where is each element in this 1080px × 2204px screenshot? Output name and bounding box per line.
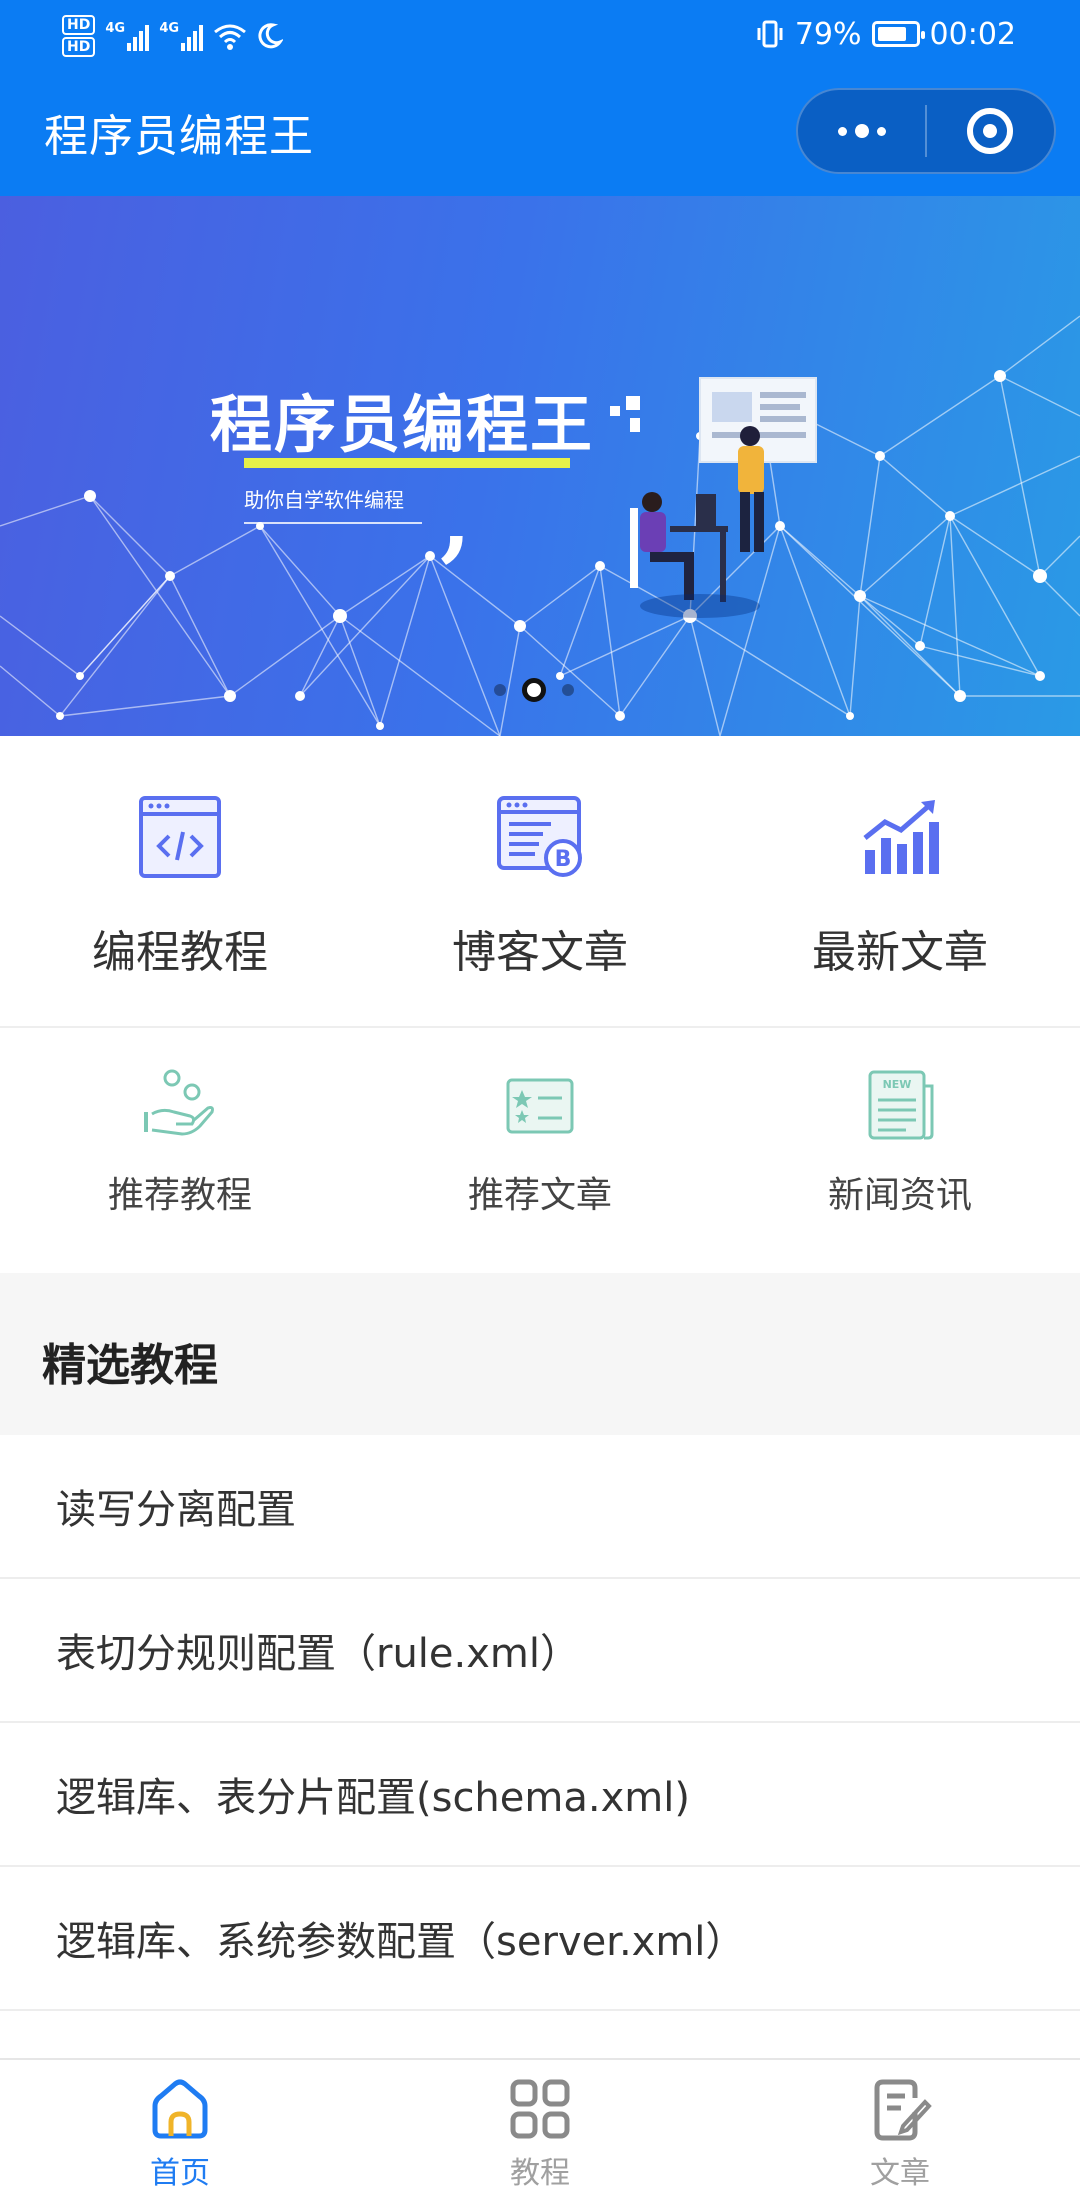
miniprogram-capsule: [796, 88, 1056, 174]
home-icon: [152, 2079, 208, 2139]
blog-browser-icon: B: [497, 796, 582, 877]
battery-percent: 79%: [794, 16, 862, 52]
target-circle-icon: [967, 108, 1014, 154]
list-item[interactable]: 表切分规则配置（rule.xml）: [0, 1579, 1080, 1723]
hd-indicators: HD HD: [62, 15, 96, 57]
grid-item-news[interactable]: NEW 新闻资讯: [720, 1028, 1080, 1273]
grid-item-programming-tutorials[interactable]: 编程教程: [0, 736, 360, 1026]
indicator-dot-2[interactable]: [522, 678, 546, 702]
grid-item-label: 最新文章: [812, 927, 988, 978]
svg-text:B: B: [555, 847, 572, 872]
tab-label: 文章: [870, 2156, 930, 2191]
grid-item-label: 编程教程: [92, 927, 268, 978]
grid-item-recommended-tutorials[interactable]: 推荐教程: [0, 1028, 360, 1273]
vibrate-icon: [757, 20, 783, 48]
indicator-dot-3[interactable]: [562, 684, 574, 696]
more-button[interactable]: [798, 90, 925, 172]
banner-title: 程序员编程王: [210, 388, 595, 461]
network-type-2: 4G: [159, 21, 180, 36]
main-category-grid: 编程教程 B 博客文章 最新文章: [0, 736, 1080, 1026]
tab-tutorials[interactable]: 教程: [360, 2060, 720, 2204]
more-dots-icon: [837, 124, 886, 138]
bottom-tab-bar: 首页 教程 文章: [0, 2058, 1080, 2204]
featured-tutorial-list: 读写分离配置 表切分规则配置（rule.xml） 逻辑库、表分片配置(schem…: [0, 1435, 1080, 2011]
tab-label: 教程: [510, 2156, 570, 2191]
code-window-icon: [139, 796, 221, 878]
moon-icon: [258, 23, 284, 49]
hd-badge-1: HD: [62, 15, 96, 35]
grid-item-recommended-articles[interactable]: 推荐文章: [360, 1028, 720, 1273]
page-title: 程序员编程王: [44, 111, 314, 162]
status-bar: HD HD 4G 4G 79% 00:02: [0, 0, 1080, 68]
section-title: 精选教程: [42, 1340, 218, 1391]
list-item[interactable]: 逻辑库、表分片配置(schema.xml): [0, 1723, 1080, 1867]
svg-text:NEW: NEW: [883, 1078, 912, 1091]
indicator-dot-1[interactable]: [494, 684, 506, 696]
status-left: HD HD 4G 4G: [62, 8, 284, 64]
grid-item-blog-articles[interactable]: B 博客文章: [360, 736, 720, 1026]
grid-item-label: 新闻资讯: [827, 1175, 972, 1216]
grid-item-latest-articles[interactable]: 最新文章: [720, 736, 1080, 1026]
signal-icon-1: 4G: [105, 21, 150, 51]
network-type-1: 4G: [105, 21, 126, 36]
document-edit-icon: [874, 2079, 932, 2141]
grid-item-label: 博客文章: [452, 927, 628, 978]
list-item[interactable]: 逻辑库、系统参数配置（server.xml）: [0, 1867, 1080, 2011]
grid-icon: [510, 2079, 570, 2139]
clock: 00:02: [929, 16, 1016, 52]
grid-item-label: 推荐文章: [467, 1175, 612, 1216]
people-at-desk-illustration: [610, 377, 817, 618]
hand-coins-icon: [144, 1069, 214, 1136]
featured-section-header: 精选教程: [0, 1273, 1080, 1435]
hd-badge-2: HD: [62, 37, 96, 57]
banner-underline: [244, 458, 570, 468]
status-right: 79% 00:02: [755, 12, 1016, 56]
grid-item-label: 推荐教程: [107, 1175, 252, 1216]
star-card-icon: [506, 1078, 574, 1134]
secondary-category-grid: 推荐教程 推荐文章 NEW 新闻资讯: [0, 1028, 1080, 1273]
banner-subtitle: 助你自学软件编程: [244, 488, 404, 512]
bar-chart-trend-icon: [863, 800, 939, 874]
banner-comma-mark: ,: [440, 466, 472, 572]
tab-articles[interactable]: 文章: [720, 2060, 1080, 2204]
carousel-indicators[interactable]: [494, 678, 574, 702]
top-bar: HD HD 4G 4G 79% 00:02 程序员编程王: [0, 0, 1080, 196]
signal-icon-2: 4G: [159, 21, 204, 51]
battery-icon: [871, 21, 925, 47]
banner-sub-line: [244, 522, 422, 524]
close-miniprogram-button[interactable]: [927, 90, 1054, 172]
wifi-icon: [214, 24, 247, 50]
list-item[interactable]: 读写分离配置: [0, 1435, 1080, 1579]
banner-carousel[interactable]: 程序员编程王 助你自学软件编程 ,: [0, 196, 1080, 736]
tab-label: 首页: [150, 2156, 210, 2191]
newspaper-icon: NEW: [868, 1070, 934, 1140]
tab-home[interactable]: 首页: [0, 2060, 360, 2204]
